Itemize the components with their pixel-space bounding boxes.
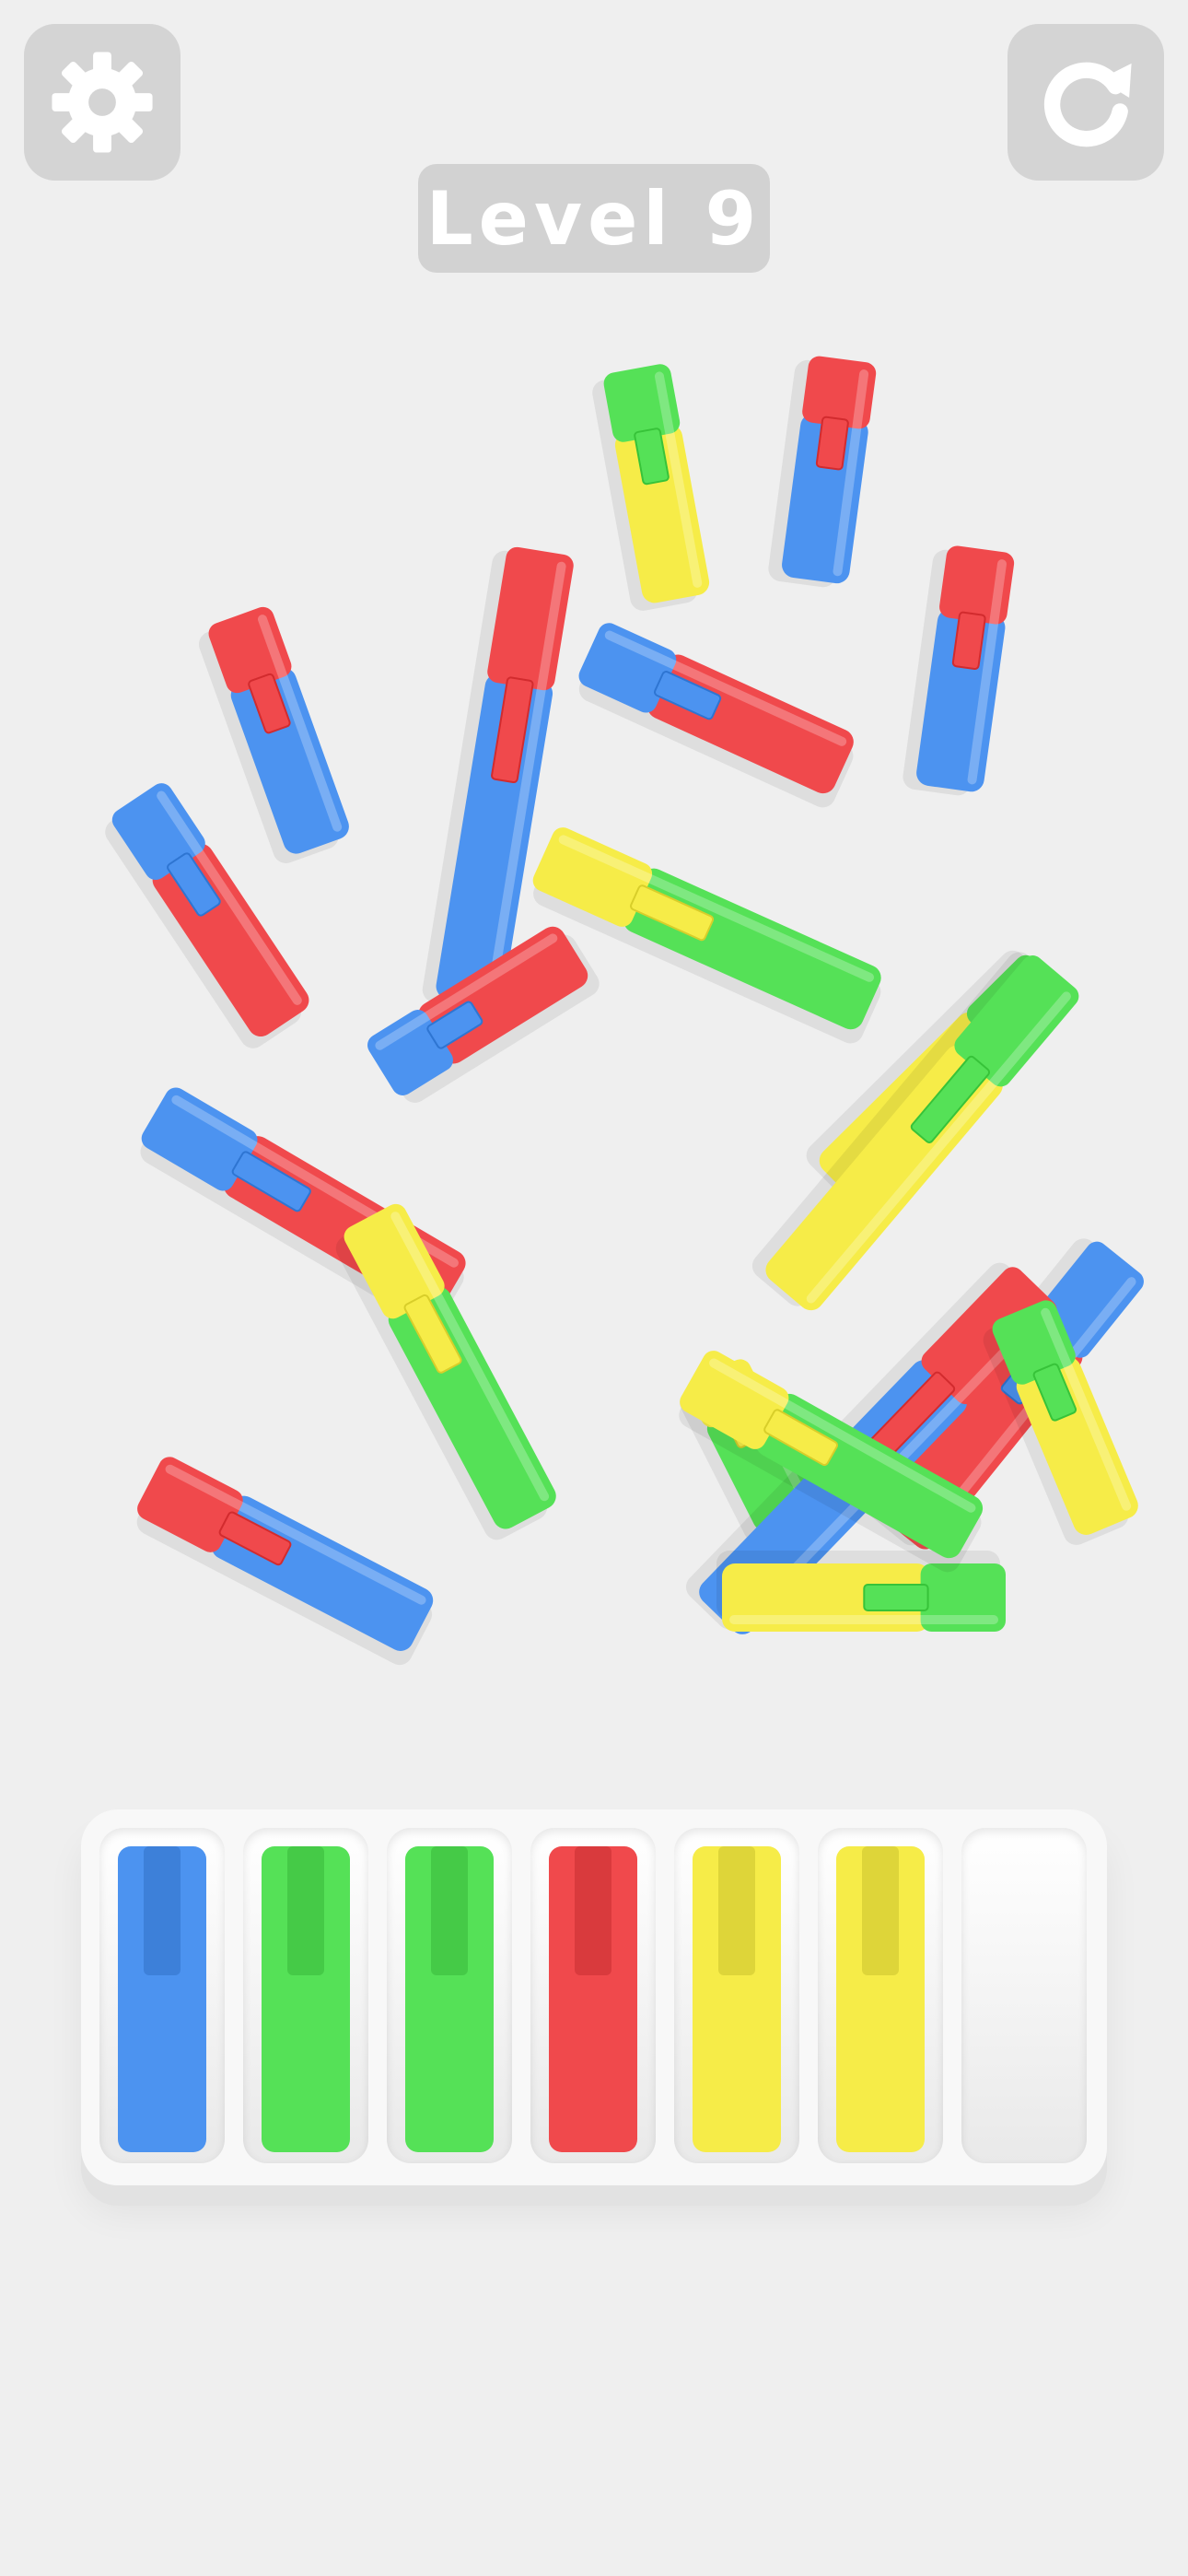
tray-slot-blue[interactable]	[99, 1828, 225, 2163]
tray-marker-clip	[575, 1846, 611, 1975]
tray-marker-green	[262, 1846, 350, 2152]
marker-blue-red[interactable]	[127, 1453, 442, 1669]
tray-marker-clip	[144, 1846, 181, 1975]
tray-marker-blue	[118, 1846, 206, 2152]
marker-blue-red[interactable]	[193, 603, 355, 866]
marker-yellow-green[interactable]	[589, 362, 713, 613]
play-field	[105, 353, 1144, 1669]
marker-tray	[81, 1809, 1107, 2185]
tray-marker-red	[549, 1846, 637, 2152]
tray-slot-empty[interactable]	[961, 1828, 1087, 2163]
tray-slot-green[interactable]	[243, 1828, 368, 2163]
tray-marker-clip	[862, 1846, 899, 1975]
tray-marker-clip	[431, 1846, 468, 1975]
marker-yellow-green[interactable]	[716, 1551, 1006, 1632]
tray-slot-green[interactable]	[387, 1828, 512, 2163]
marker-green-yellow[interactable]	[524, 824, 891, 1048]
marker-blue-red[interactable]	[767, 353, 878, 591]
tray-marker-yellow	[836, 1846, 925, 2152]
tray-marker-clip	[718, 1846, 755, 1975]
tray-slot-yellow[interactable]	[674, 1828, 799, 2163]
tray-marker-clip	[287, 1846, 324, 1975]
marker-clip	[863, 1584, 929, 1611]
tray-marker-green	[405, 1846, 494, 2152]
tray-slot-red[interactable]	[530, 1828, 656, 2163]
tray-marker-yellow	[693, 1846, 781, 2152]
marker-blue-red[interactable]	[902, 543, 1016, 799]
marker-clip	[815, 416, 849, 471]
tray-slot-yellow[interactable]	[818, 1828, 943, 2163]
marker-red-blue[interactable]	[570, 619, 863, 812]
